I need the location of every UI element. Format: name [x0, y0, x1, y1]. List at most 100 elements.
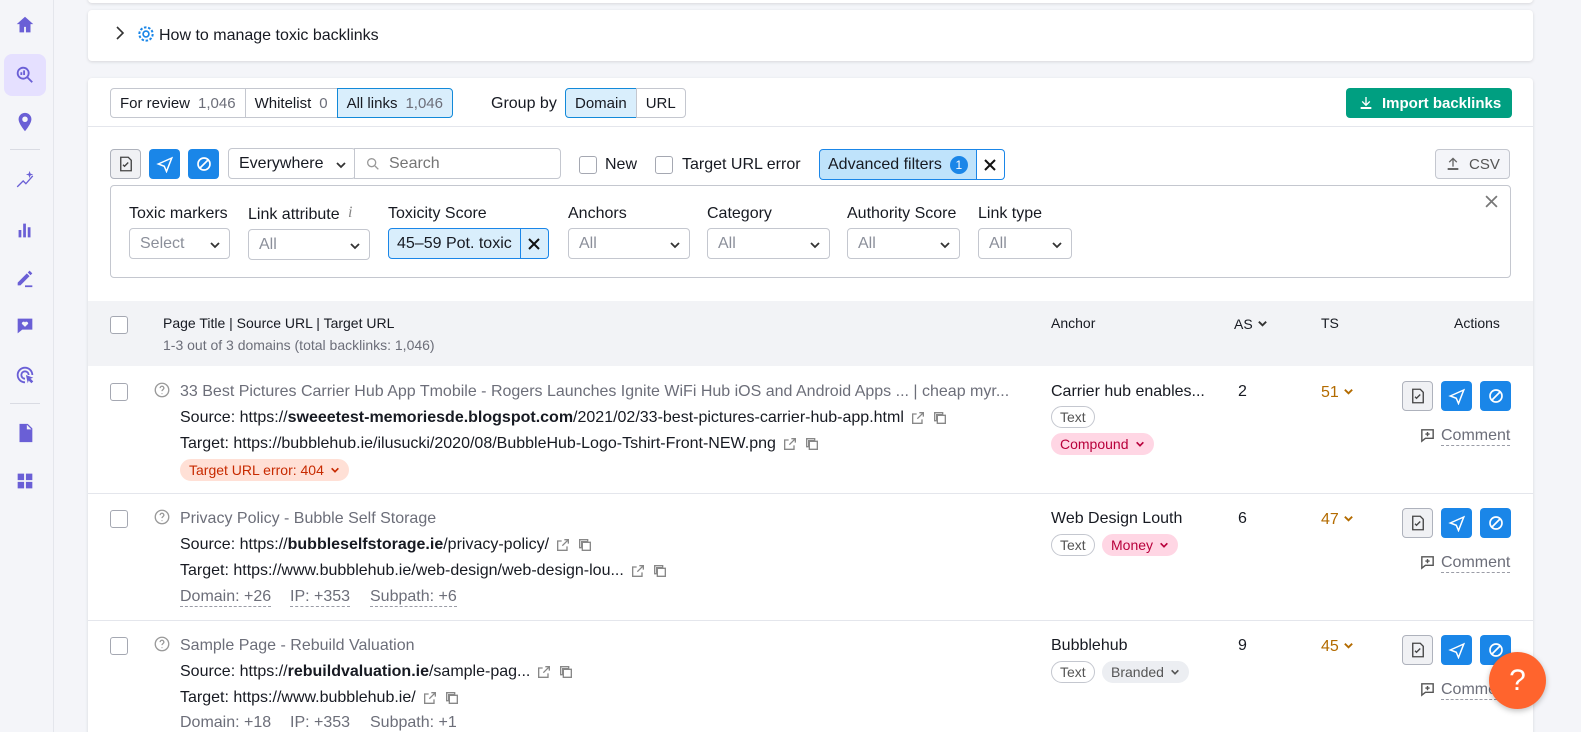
group-by-domain[interactable]: Domain [565, 88, 637, 118]
anchor-category-tag[interactable]: Money [1102, 534, 1179, 556]
disavow-button[interactable] [1441, 508, 1472, 538]
search-input[interactable] [389, 154, 549, 173]
tab-for-review[interactable]: For review 1,046 [110, 88, 246, 118]
bar-chart-icon[interactable] [4, 209, 46, 251]
ts-number: 51 [1321, 384, 1339, 401]
col-ts-header: TS [1321, 315, 1339, 331]
chevron-down-icon [669, 238, 680, 249]
csv-export-button[interactable]: CSV [1435, 149, 1510, 179]
target-url-error-checkbox[interactable] [655, 156, 673, 174]
move-to-review-button[interactable] [1402, 635, 1433, 665]
ip-meta[interactable]: IP: +353 [290, 588, 351, 607]
anchor-category-tag[interactable]: Branded [1102, 661, 1189, 683]
select-all-checkbox[interactable] [110, 316, 128, 334]
clear-filters-button[interactable] [976, 149, 1005, 180]
ai-sparkle-icon[interactable] [4, 159, 46, 201]
question-icon[interactable] [153, 635, 171, 657]
copy-icon[interactable] [652, 563, 668, 579]
help-button[interactable]: ? [1489, 652, 1546, 709]
move-to-review-button[interactable] [1402, 381, 1433, 411]
toxic-markers-select[interactable]: Select [129, 228, 230, 259]
ip-meta[interactable]: IP: +353 [290, 714, 350, 732]
row-target-url[interactable]: Target: https://bubblehub.ie/ilusucki/20… [180, 435, 820, 453]
external-link-icon[interactable] [782, 436, 798, 452]
subpath-meta[interactable]: Subpath: +6 [370, 588, 457, 607]
block-button[interactable] [1480, 508, 1511, 538]
subpath-meta[interactable]: Subpath: +1 [370, 714, 457, 732]
block-button[interactable] [188, 149, 219, 179]
external-link-icon[interactable] [630, 563, 646, 579]
move-to-review-button[interactable] [1402, 508, 1433, 538]
domain-meta[interactable]: Domain: +18 [180, 714, 271, 732]
copy-icon[interactable] [804, 436, 820, 452]
authority-score-select[interactable]: All [847, 228, 960, 259]
move-to-review-button[interactable] [110, 149, 141, 179]
send-to-disavow-button[interactable] [149, 149, 180, 179]
row-source-url[interactable]: Source: https://bubbleselfstorage.ie/pri… [180, 536, 593, 554]
row-target-url[interactable]: Target: https://www.bubblehub.ie/ [180, 689, 460, 707]
external-link-icon[interactable] [910, 410, 926, 426]
row-checkbox[interactable] [110, 637, 128, 655]
toxicity-score-value[interactable]: 45 [1321, 638, 1354, 656]
document-icon[interactable] [4, 412, 46, 454]
sort-down-icon [1257, 321, 1267, 327]
copy-icon[interactable] [932, 410, 948, 426]
row-divider [88, 620, 1533, 621]
edit-icon[interactable] [4, 257, 46, 299]
block-button[interactable] [1480, 381, 1511, 411]
disavow-button[interactable] [1441, 635, 1472, 665]
external-link-icon[interactable] [536, 664, 552, 680]
comment-icon [1419, 427, 1436, 448]
remove-toxicity-filter-button[interactable] [520, 228, 549, 259]
source-prefix: Source: [180, 409, 240, 426]
advanced-filters-button[interactable]: Advanced filters 1 [819, 149, 977, 180]
toxicity-score-value[interactable]: 45–59 Pot. toxic [388, 228, 521, 259]
external-link-icon[interactable] [422, 690, 438, 706]
anchor-type-tag: Text [1051, 661, 1095, 683]
toxicity-score-value[interactable]: 47 [1321, 511, 1354, 529]
link-type-select[interactable]: All [978, 228, 1072, 259]
toxicity-score-value[interactable]: 51 [1321, 384, 1354, 402]
copy-icon[interactable] [577, 537, 593, 553]
tab-whitelist[interactable]: Whitelist 0 [244, 88, 338, 118]
info-icon[interactable]: i [348, 204, 352, 222]
import-backlinks-button[interactable]: Import backlinks [1346, 88, 1512, 118]
target-cursor-icon[interactable] [4, 354, 46, 396]
anchors-select[interactable]: All [568, 228, 690, 259]
close-panel-icon[interactable] [1485, 195, 1498, 212]
search-box [354, 148, 561, 179]
heart-message-icon[interactable] [4, 305, 46, 347]
group-by-url[interactable]: URL [635, 88, 686, 118]
tab-count: 1,046 [198, 94, 236, 112]
toxic-backlinks-accordion[interactable]: How to manage toxic backlinks [88, 10, 1533, 61]
scope-dropdown[interactable]: Everywhere [228, 148, 356, 179]
row-source-url[interactable]: Source: https://sweeetest-memoriesde.blo… [180, 409, 948, 427]
question-icon[interactable] [153, 381, 171, 403]
comment-link[interactable]: Comment [1441, 554, 1511, 573]
category-select[interactable]: All [707, 228, 830, 259]
col-as-header[interactable]: AS [1234, 316, 1268, 332]
copy-icon[interactable] [444, 690, 460, 706]
target-url-error-label: Target URL error [682, 156, 801, 173]
backlink-audit-icon[interactable] [4, 54, 46, 96]
copy-icon[interactable] [558, 664, 574, 680]
link-attribute-select[interactable]: All [248, 229, 370, 260]
disavow-button[interactable] [1441, 381, 1472, 411]
home-icon[interactable] [4, 4, 46, 46]
anchor-category-tag[interactable]: Compound [1051, 433, 1154, 455]
row-checkbox[interactable] [110, 383, 128, 401]
question-icon[interactable] [153, 508, 171, 530]
tab-all-links[interactable]: All links 1,046 [336, 88, 453, 118]
target-url-error-badge[interactable]: Target URL error: 404 [180, 459, 349, 481]
row-source-url[interactable]: Source: https://rebuildvaluation.ie/samp… [180, 663, 574, 681]
apps-grid-icon[interactable] [4, 460, 46, 502]
row-target-url[interactable]: Target: https://www.bubblehub.ie/web-des… [180, 562, 668, 580]
domain-meta[interactable]: Domain: +26 [180, 588, 272, 607]
row-checkbox[interactable] [110, 510, 128, 528]
location-icon[interactable] [4, 101, 46, 143]
chevron-down-icon [1135, 441, 1144, 447]
comment-link[interactable]: Comment [1441, 427, 1511, 446]
external-link-icon[interactable] [555, 537, 571, 553]
chevron-down-icon [1344, 643, 1354, 649]
new-checkbox[interactable] [579, 156, 597, 174]
